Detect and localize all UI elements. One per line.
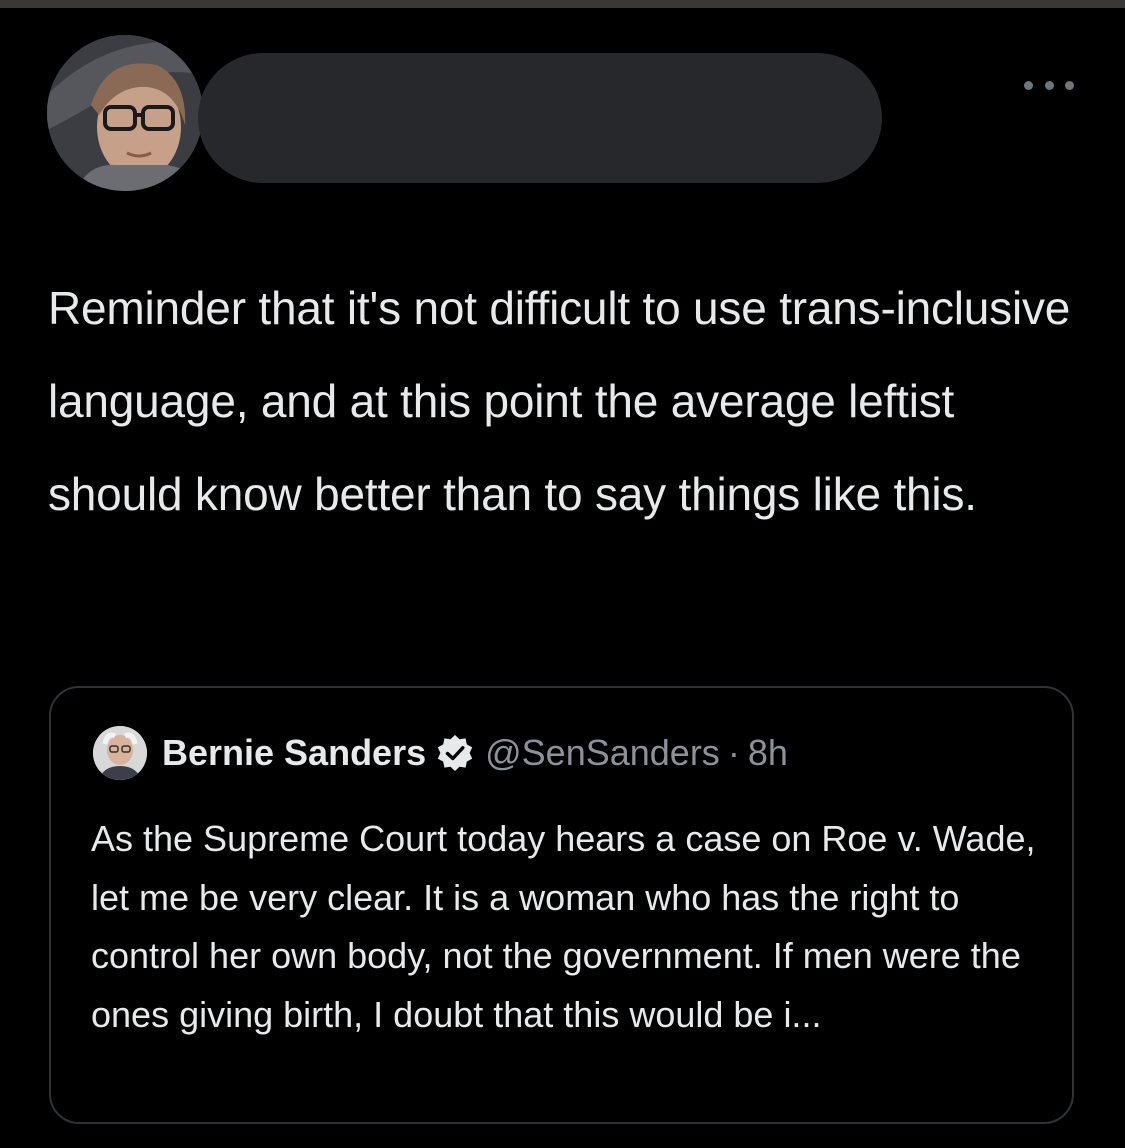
quoted-tweet-text: As the Supreme Court today hears a case … bbox=[91, 818, 1036, 1035]
quoted-author-handle[interactable]: @SenSanders bbox=[485, 731, 720, 775]
more-dot bbox=[1044, 80, 1054, 90]
verified-badge-icon bbox=[435, 733, 475, 773]
quoted-tweet-card[interactable]: Bernie Sanders @SenSanders · 8h As the S… bbox=[49, 686, 1074, 1124]
quoted-avatar-photo-icon bbox=[93, 726, 147, 780]
quoted-author-name[interactable]: Bernie Sanders bbox=[162, 731, 426, 775]
tweet-text: Reminder that it's not difficult to use … bbox=[48, 282, 1071, 520]
redacted-author-name bbox=[198, 53, 882, 183]
quoted-author-avatar[interactable] bbox=[93, 726, 147, 780]
header-separator: · bbox=[727, 732, 740, 773]
top-edge-strip bbox=[0, 0, 1125, 8]
user-avatar-photo-icon bbox=[47, 35, 203, 191]
more-dot bbox=[1065, 80, 1074, 90]
author-avatar[interactable] bbox=[47, 35, 203, 191]
more-options-icon[interactable] bbox=[1024, 78, 1074, 92]
quoted-tweet-header: Bernie Sanders @SenSanders · 8h bbox=[162, 731, 788, 775]
quoted-tweet-time[interactable]: 8h bbox=[748, 731, 788, 775]
more-dot bbox=[1024, 80, 1033, 90]
